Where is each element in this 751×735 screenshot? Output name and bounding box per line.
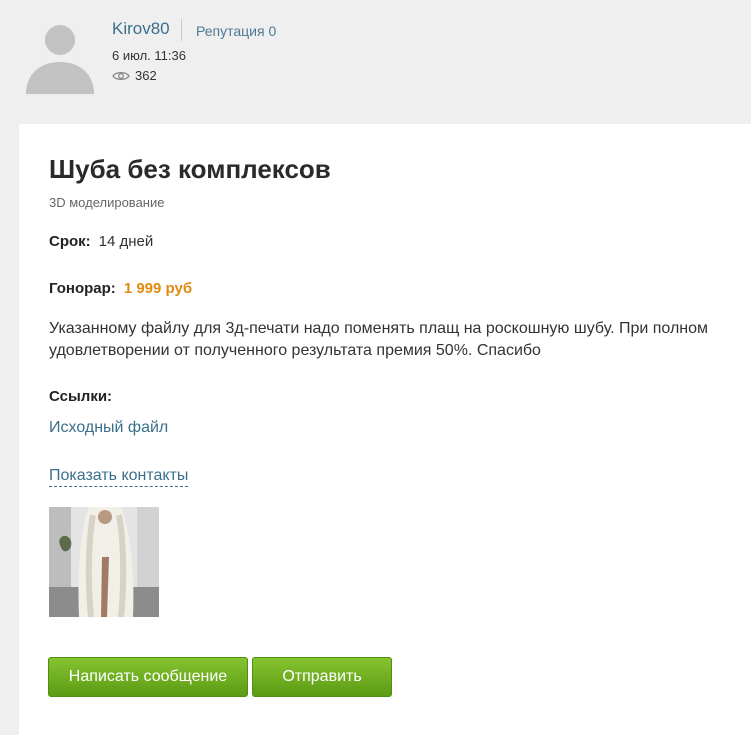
- task-category: 3D моделирование: [49, 195, 165, 210]
- send-button[interactable]: Отправить: [252, 657, 392, 697]
- post-header: Kirov80 Репутация 0 6 июл. 11:36 362: [0, 0, 751, 124]
- fur-coat-image: [49, 507, 159, 617]
- task-description: Указанному файлу для 3д-печати надо поме…: [49, 320, 709, 359]
- author-name-link[interactable]: Kirov80: [112, 19, 170, 39]
- write-message-button[interactable]: Написать сообщение: [48, 657, 248, 697]
- post-date: 6 июл. 11:36: [112, 48, 186, 63]
- eye-icon: [112, 71, 130, 80]
- term-label: Срок:: [49, 233, 91, 250]
- source-file-link[interactable]: Исходный файл: [49, 419, 168, 437]
- term-value: 14 дней: [98, 233, 154, 250]
- attachment-thumbnail[interactable]: [49, 507, 159, 617]
- default-user-avatar-icon: [26, 25, 94, 94]
- fee-row: Гонорар: 1 999 руб: [49, 280, 192, 297]
- fee-label: Гонорар:: [49, 280, 116, 297]
- show-contacts-link[interactable]: Показать контакты: [49, 467, 189, 487]
- author-divider: [181, 19, 182, 41]
- links-label: Ссылки:: [49, 388, 113, 405]
- fee-value: 1 999 руб: [123, 280, 193, 297]
- task-card: Шуба без комплексов 3D моделирование Сро…: [19, 124, 751, 735]
- task-title: Шуба без комплексов: [49, 154, 331, 184]
- term-row: Срок: 14 дней: [49, 233, 153, 250]
- views-count: 362: [135, 68, 157, 83]
- avatar[interactable]: [22, 18, 98, 94]
- views-counter: 362: [112, 68, 157, 83]
- reputation-label[interactable]: Репутация 0: [196, 23, 276, 39]
